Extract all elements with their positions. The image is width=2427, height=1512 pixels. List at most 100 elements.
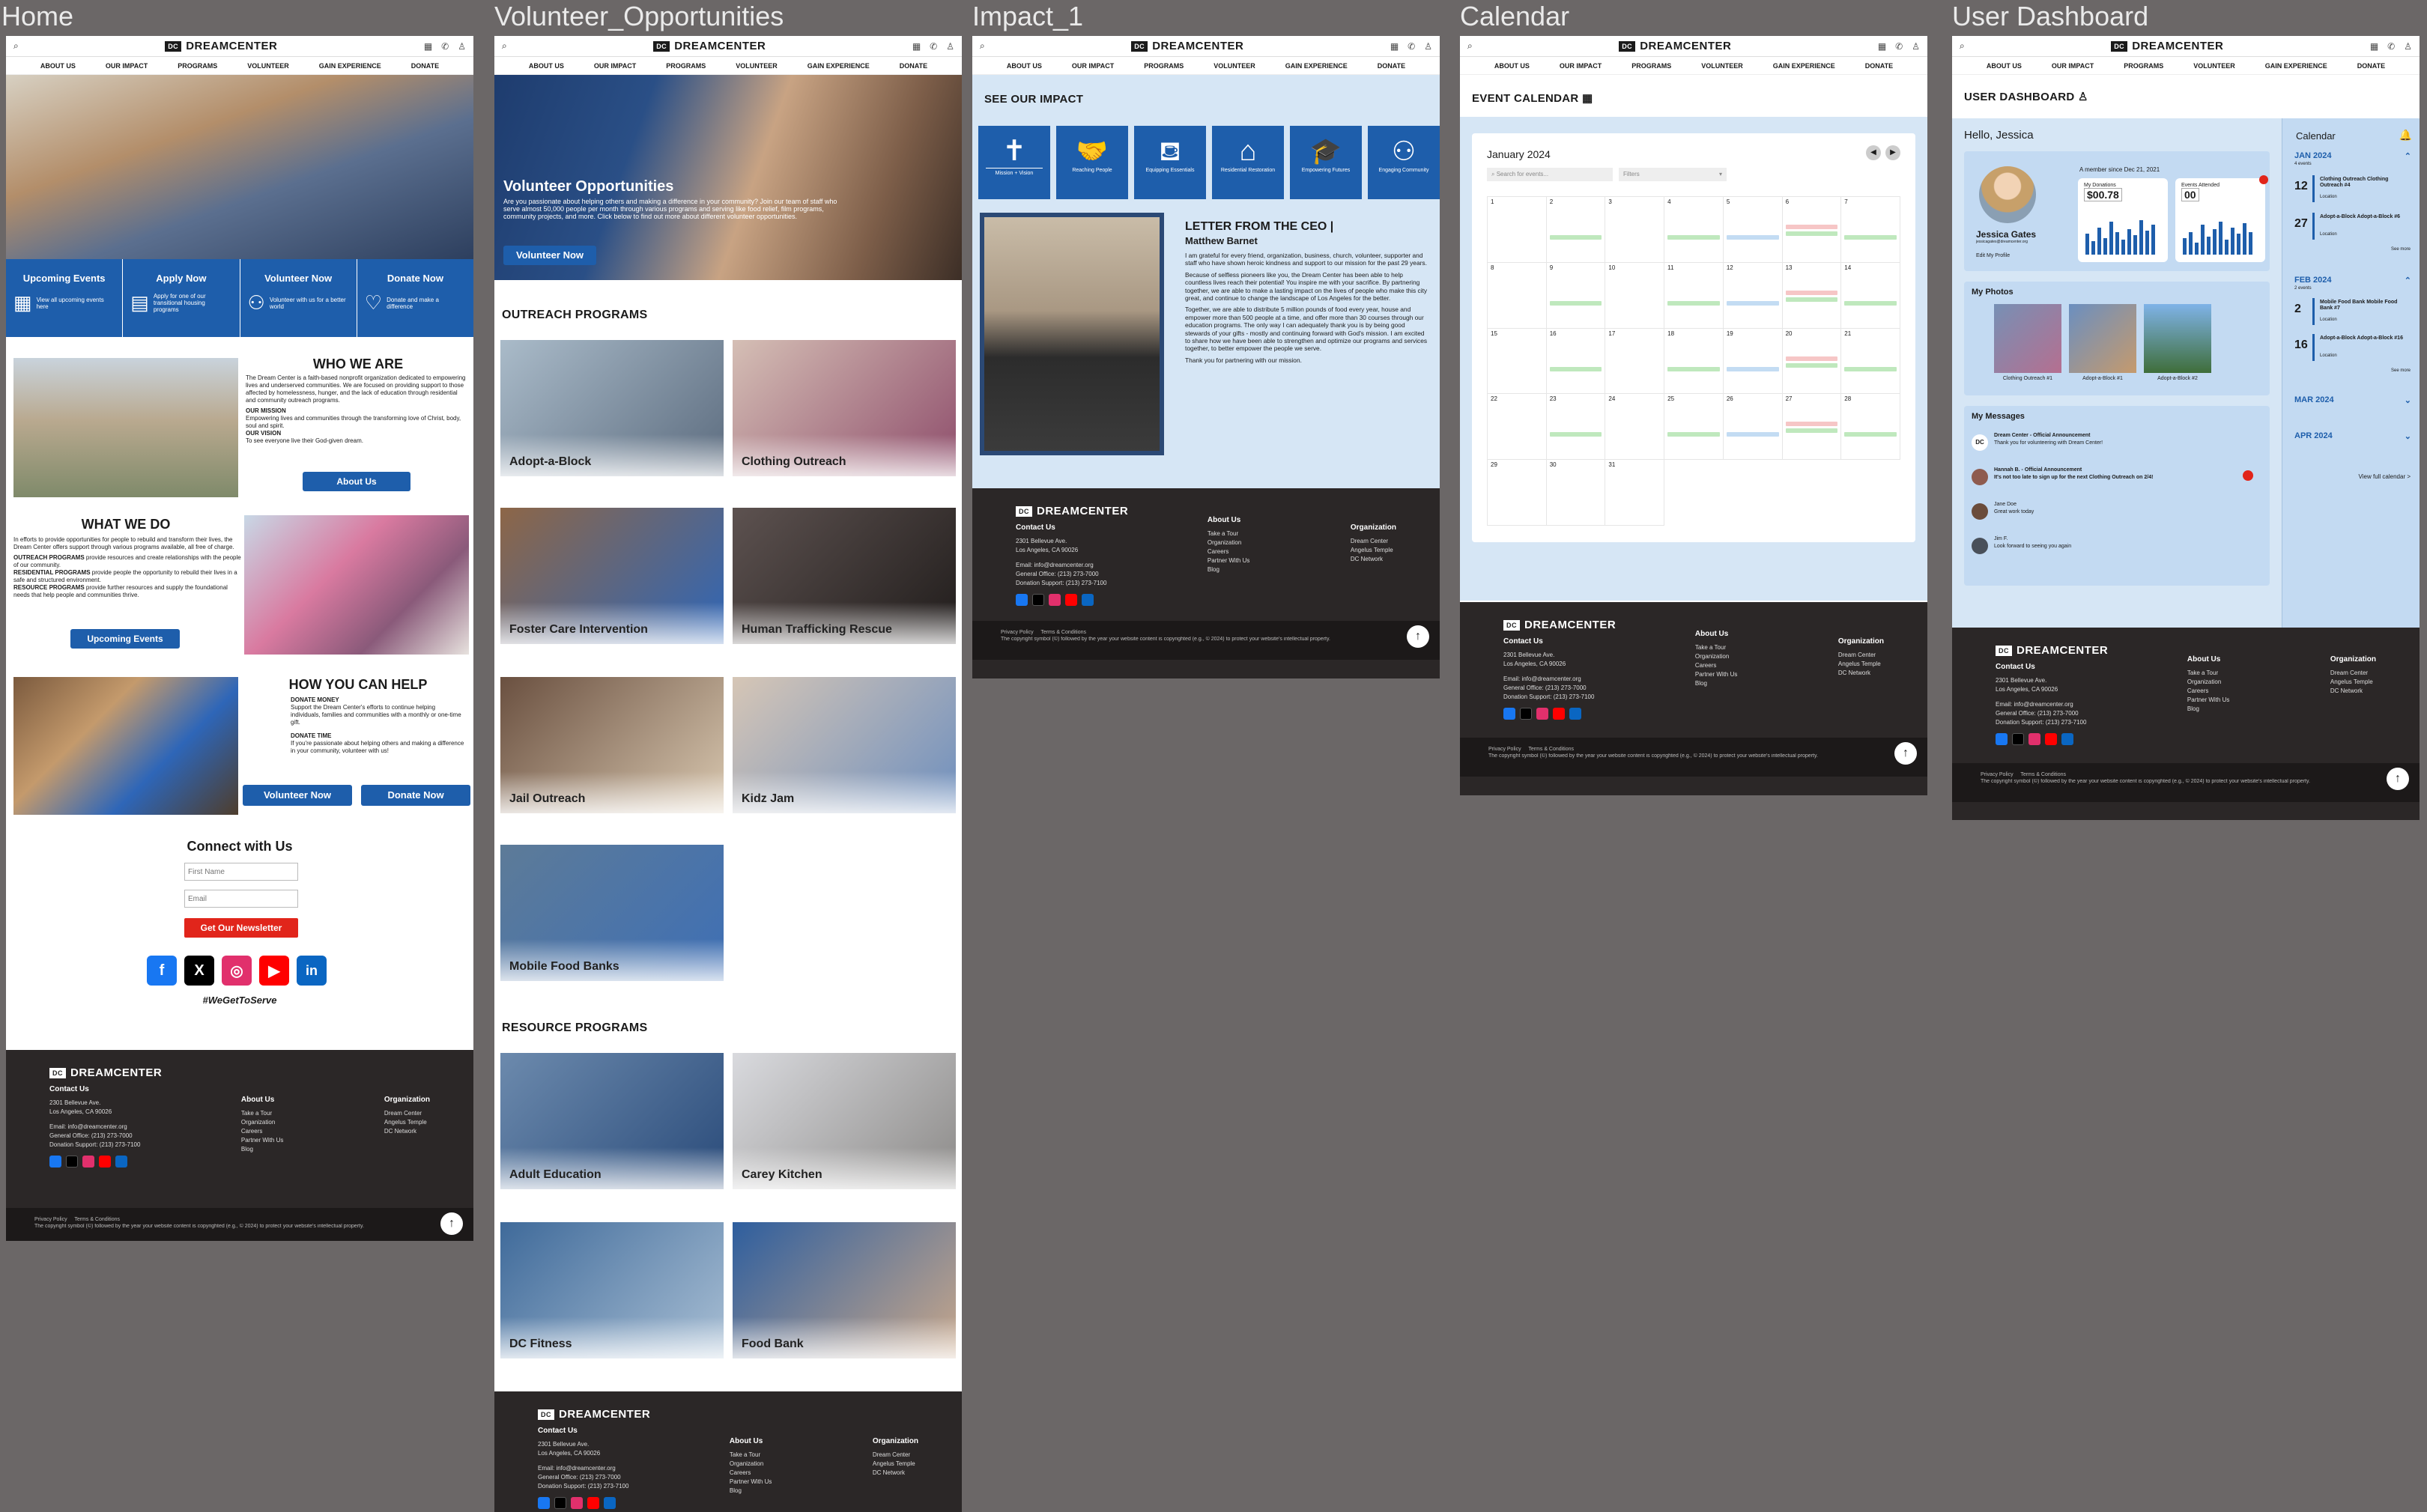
nav-programs[interactable]: PROGRAMS <box>1144 62 1184 70</box>
day-cell[interactable]: 18 <box>1664 328 1724 395</box>
footer-logo[interactable]: DC DREAMCENTER <box>1996 644 2376 657</box>
calendar-icon[interactable]: ▦ <box>1390 41 1399 52</box>
facebook-icon[interactable] <box>1503 708 1515 720</box>
x-icon[interactable] <box>554 1497 566 1509</box>
day-cell[interactable]: 25 <box>1664 394 1724 461</box>
facebook-icon[interactable]: f <box>147 956 177 986</box>
day-cell[interactable]: 8 <box>1488 262 1547 329</box>
email-field[interactable] <box>184 890 298 908</box>
x-icon[interactable] <box>2012 733 2024 745</box>
event-marker[interactable] <box>1844 235 1897 240</box>
edit-profile-link[interactable]: Edit My Profile <box>1976 253 2010 258</box>
youtube-icon[interactable] <box>2045 733 2057 745</box>
program-adult-education[interactable]: Adult Education <box>500 1053 724 1189</box>
impact-residential-restoration[interactable]: ⌂ Residential Restoration <box>1212 126 1284 199</box>
nav-impact[interactable]: OUR IMPACT <box>1560 62 1602 70</box>
user-icon[interactable]: ♙ <box>1424 41 1432 52</box>
message-item[interactable]: Jim F. Look forward to seeing you again <box>1972 535 2261 557</box>
impact-equipping-essentials[interactable]: ⛾ Equipping Essentials <box>1134 126 1206 199</box>
about-us-button[interactable]: About Us <box>303 472 410 491</box>
nav-gain-experience[interactable]: GAIN EXPERIENCE <box>1285 62 1348 70</box>
phone-icon[interactable]: ✆ <box>2387 41 2395 52</box>
nav-volunteer[interactable]: VOLUNTEER <box>736 62 778 70</box>
event-marker[interactable] <box>1785 362 1838 368</box>
calendar-event[interactable]: 2 Mobile Food Bank Mobile Food Bank #7 L… <box>2294 297 2414 327</box>
instagram-icon[interactable] <box>2028 733 2040 745</box>
event-marker[interactable] <box>1726 366 1779 371</box>
program-kidz-jam[interactable]: Kidz Jam <box>733 677 956 813</box>
day-cell[interactable]: 12 <box>1723 262 1783 329</box>
event-marker[interactable] <box>1667 300 1720 306</box>
day-cell[interactable]: 17 <box>1605 328 1665 395</box>
day-cell[interactable]: 26 <box>1723 394 1783 461</box>
month-jan[interactable]: JAN 2024 ⌃ <box>2294 151 2411 161</box>
event-marker[interactable] <box>1844 432 1897 437</box>
nav-impact[interactable]: OUR IMPACT <box>1072 62 1114 70</box>
phone-icon[interactable]: ✆ <box>1408 41 1415 52</box>
nav-gain-experience[interactable]: GAIN EXPERIENCE <box>1773 62 1835 70</box>
event-marker[interactable] <box>1785 428 1838 434</box>
see-more-link[interactable]: See more <box>2391 368 2411 373</box>
nav-impact[interactable]: OUR IMPACT <box>2052 62 2094 70</box>
program-foster-care[interactable]: Foster Care Intervention <box>500 508 724 644</box>
month-apr[interactable]: APR 2024 ⌄ <box>2294 431 2411 441</box>
event-marker[interactable] <box>1549 300 1602 306</box>
instagram-icon[interactable]: ◎ <box>222 956 252 986</box>
day-cell[interactable]: 16 <box>1546 328 1606 395</box>
volunteer-now-button[interactable]: Volunteer Now <box>503 246 596 265</box>
day-cell[interactable]: 13 <box>1782 262 1842 329</box>
nav-donate[interactable]: DONATE <box>1378 62 1405 70</box>
event-marker[interactable] <box>1844 366 1897 371</box>
x-icon[interactable] <box>1520 708 1532 720</box>
calendar-icon[interactable]: ▦ <box>1878 41 1886 52</box>
calendar-event[interactable]: 27 Adopt-a-Block Adopt-a-Block #6 Locati… <box>2294 211 2414 241</box>
linkedin-icon[interactable]: in <box>297 956 327 986</box>
user-icon[interactable]: ♙ <box>946 41 954 52</box>
nav-gain-experience[interactable]: GAIN EXPERIENCE <box>319 62 381 70</box>
day-cell[interactable]: 20 <box>1782 328 1842 395</box>
day-cell[interactable]: 28 <box>1841 394 1900 461</box>
event-marker[interactable] <box>1549 366 1602 371</box>
terms-link[interactable]: Terms & Conditions <box>1528 747 1574 752</box>
event-marker[interactable] <box>1667 432 1720 437</box>
terms-link[interactable]: Terms & Conditions <box>1040 630 1086 635</box>
day-cell[interactable]: 7 <box>1841 197 1900 263</box>
program-mobile-food-banks[interactable]: Mobile Food Banks <box>500 845 724 981</box>
nav-about[interactable]: ABOUT US <box>40 62 76 70</box>
event-marker[interactable] <box>1667 235 1720 240</box>
youtube-icon[interactable] <box>1065 594 1077 606</box>
linkedin-icon[interactable] <box>2061 733 2073 745</box>
footer-logo[interactable]: DC DREAMCENTER <box>538 1408 918 1421</box>
calendar-icon[interactable]: ▦ <box>912 41 921 52</box>
back-to-top-button[interactable]: ↑ <box>1894 742 1917 765</box>
x-icon[interactable] <box>66 1156 78 1168</box>
instagram-icon[interactable] <box>571 1497 583 1509</box>
view-full-calendar-link[interactable]: View full calendar > <box>2359 473 2411 480</box>
volunteer-now-button[interactable]: Volunteer Now <box>243 785 352 806</box>
privacy-link[interactable]: Privacy Policy <box>34 1217 67 1222</box>
nav-programs[interactable]: PROGRAMS <box>2124 62 2163 70</box>
photo-thumb[interactable] <box>2069 304 2136 373</box>
day-cell[interactable]: 23 <box>1546 394 1606 461</box>
day-cell[interactable]: 29 <box>1488 460 1547 526</box>
instagram-icon[interactable] <box>1536 708 1548 720</box>
facebook-icon[interactable] <box>538 1497 550 1509</box>
search-icon[interactable]: ⌕ <box>502 40 507 52</box>
donate-now-button[interactable]: Donate Now <box>361 785 470 806</box>
privacy-link[interactable]: Privacy Policy <box>1001 630 1034 635</box>
day-cell[interactable]: 6 <box>1782 197 1842 263</box>
day-cell[interactable]: 30 <box>1546 460 1606 526</box>
day-cell[interactable]: 1 <box>1488 197 1547 263</box>
program-dc-fitness[interactable]: DC Fitness <box>500 1222 724 1358</box>
program-jail-outreach[interactable]: Jail Outreach <box>500 677 724 813</box>
donations-card[interactable]: My Donations $00.78 <box>2078 178 2168 262</box>
nav-programs[interactable]: PROGRAMS <box>1631 62 1671 70</box>
logo[interactable]: DC DREAMCENTER <box>653 40 766 52</box>
x-icon[interactable]: X <box>184 956 214 986</box>
logo[interactable]: DC DREAMCENTER <box>2111 40 2223 52</box>
event-marker[interactable] <box>1785 297 1838 302</box>
youtube-icon[interactable]: ▶ <box>259 956 289 986</box>
card-upcoming-events[interactable]: Upcoming Events ▦ View all upcoming event… <box>6 259 124 337</box>
events-attended-card[interactable]: Events Attended 00 <box>2175 175 2268 262</box>
event-marker[interactable] <box>1549 235 1602 240</box>
